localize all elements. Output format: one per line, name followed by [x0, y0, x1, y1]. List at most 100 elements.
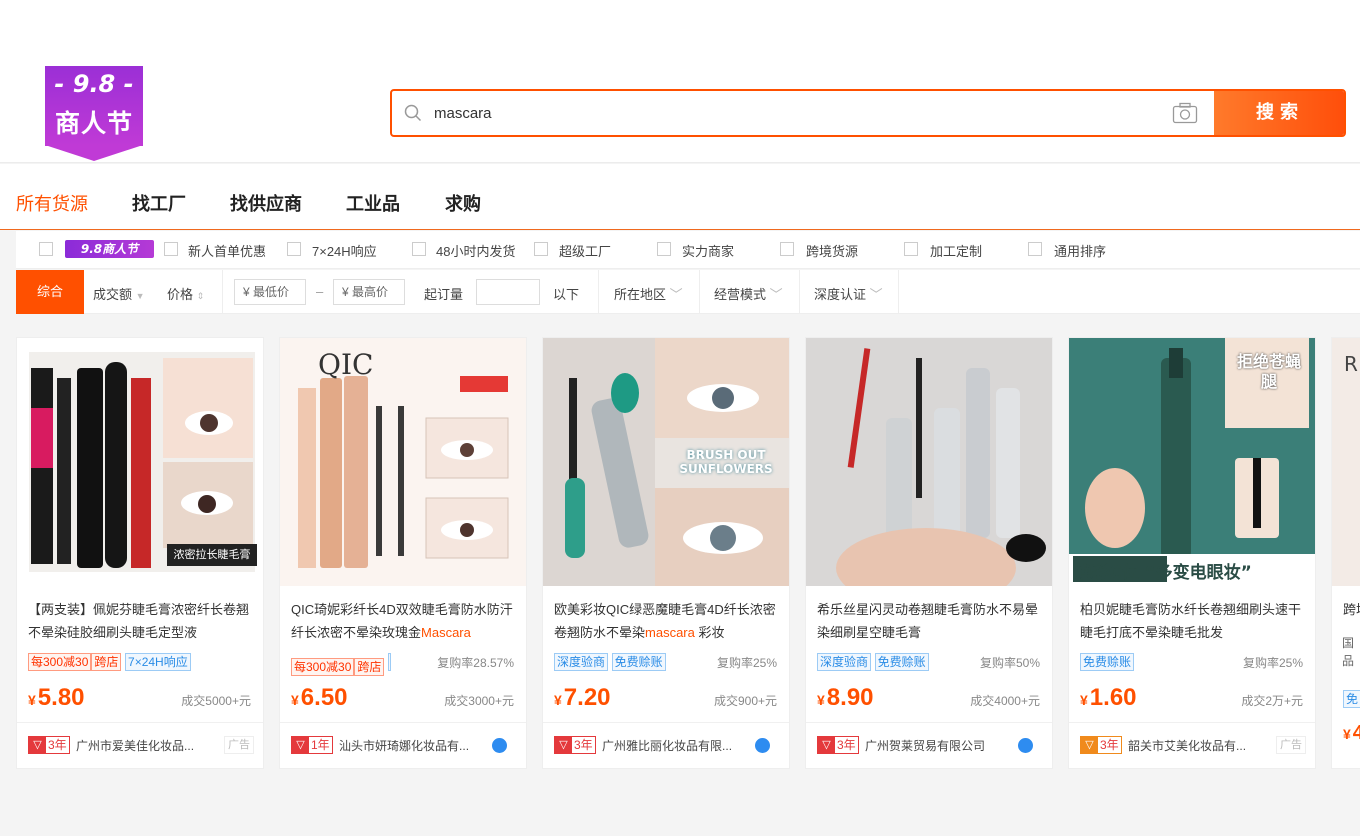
chat-icon[interactable]: [492, 738, 507, 753]
product-title[interactable]: 欧美彩妆QIC绿恶魔睫毛膏4D纤长浓密卷翘防水不晕染mascara 彩妆: [554, 598, 784, 644]
shop-row[interactable]: ▽ 3年 韶关市艾美化妆品有... 广告: [1080, 736, 1306, 756]
filter-label-superfactory[interactable]: 超级工厂: [559, 241, 611, 260]
business-mode-label: 经营模式: [714, 287, 767, 302]
tab-factory[interactable]: 找工厂: [132, 190, 186, 216]
filter-checkbox-newbuyer[interactable]: [164, 242, 178, 256]
filter-checkbox-sort[interactable]: [1028, 242, 1042, 256]
product-card[interactable]: 浓密拉长睫毛膏 【两支装】佩妮芬睫毛膏浓密纤长卷翘不晕染硅胶细刷头睫毛定型液 每…: [16, 337, 264, 769]
ad-label: 广告: [1276, 736, 1306, 754]
repurchase-rate: 复购率25%: [716, 656, 777, 670]
product-card[interactable]: QIC QIC琦妮彩纤长4D双效睫毛膏防水防汗纤长浓密不晕染玫瑰金Mascara…: [279, 337, 527, 769]
moq-label: 起订量: [424, 287, 464, 302]
chat-icon[interactable]: [755, 738, 770, 753]
divider: [806, 722, 1052, 723]
chevron-down-icon: ﹀: [869, 287, 883, 302]
product-tags: 每300减30 跨店 7×24H响应: [28, 653, 191, 671]
tab-purchase-request[interactable]: 求购: [445, 190, 481, 216]
product-image[interactable]: BRUSH OUT SUNFLOWERS: [543, 338, 789, 586]
shop-years: 1年: [311, 738, 330, 752]
product-title-highlight: mascara: [645, 625, 695, 640]
filter-label-strong[interactable]: 实力商家: [682, 241, 734, 260]
shop-row[interactable]: ▽ 3年 广州贺莱贸易有限公司: [817, 736, 1043, 756]
shop-row[interactable]: ▽ 3年 广州雅比丽化妆品有限...: [554, 736, 780, 756]
sort-comprehensive[interactable]: 综合: [16, 270, 84, 314]
festival-logo[interactable]: - 9.8 - 商人节: [45, 66, 143, 161]
shop-years-badge: ▽ 3年: [554, 736, 596, 754]
product-price: ¥5.80: [28, 684, 85, 712]
filter-checkbox-superfactory[interactable]: [534, 242, 548, 256]
product-title[interactable]: 【两支装】佩妮芬睫毛膏浓密纤长卷翘不晕染硅胶细刷头睫毛定型液: [28, 598, 258, 644]
search-input[interactable]: [434, 91, 1154, 135]
shop-name[interactable]: 韶关市艾美化妆品有...: [1128, 737, 1246, 754]
repurchase-rate: 复购率28.57%: [437, 656, 514, 670]
sort-volume[interactable]: 成交额 ▼: [93, 284, 145, 303]
image-caption: 浓密拉长睫毛膏: [173, 549, 251, 561]
business-mode-dropdown[interactable]: 经营模式 ﹀: [714, 284, 783, 303]
product-card[interactable]: BRUSH OUT SUNFLOWERS 欧美彩妆QIC绿恶魔睫毛膏4D纤长浓密…: [542, 337, 790, 769]
filter-checkbox-festival[interactable]: [39, 242, 53, 256]
filter-checkbox-strong[interactable]: [657, 242, 671, 256]
image-caption: R: [1344, 352, 1358, 376]
filter-checkbox-crossborder[interactable]: [780, 242, 794, 256]
region-dropdown[interactable]: 所在地区 ﹀: [614, 284, 683, 303]
product-image[interactable]: 浓密拉长睫毛膏: [17, 338, 263, 586]
shop-name[interactable]: 汕头市妍琦娜化妆品有...: [339, 737, 469, 754]
divider: [543, 722, 789, 723]
shop-name[interactable]: 广州雅比丽化妆品有限...: [602, 737, 732, 754]
shop-row[interactable]: ▽ 1年 汕头市妍琦娜化妆品有...: [291, 736, 517, 756]
filter-label-custom[interactable]: 加工定制: [930, 241, 982, 260]
product-title-text: 跨境: [1343, 602, 1360, 617]
sort-updown-icon: ⇕: [196, 291, 205, 301]
tab-industrial[interactable]: 工业品: [346, 190, 400, 216]
max-price-input[interactable]: ¥ 最高价: [333, 279, 405, 305]
product-title[interactable]: QIC琦妮彩纤长4D双效睫毛膏防水防汗纤长浓密不晕染玫瑰金Mascara: [291, 598, 521, 644]
price-value: 1.60: [1089, 684, 1137, 711]
filter-label-48h[interactable]: 48小时内发货: [436, 241, 515, 260]
side-note: 国 品: [1342, 636, 1355, 668]
credit-tag: 免费赊账: [1080, 653, 1135, 671]
product-title[interactable]: 希乐丝星闪灵动卷翘睫毛膏防水不易晕染细刷星空睫毛膏: [817, 598, 1047, 644]
filter-checkbox-custom[interactable]: [904, 242, 918, 256]
product-image[interactable]: R: [1332, 338, 1360, 586]
chat-icon[interactable]: [1018, 738, 1033, 753]
product-price: ¥4: [1343, 722, 1360, 745]
filter-checkbox-247[interactable]: [287, 242, 301, 256]
search-button[interactable]: 搜索: [1214, 91, 1344, 135]
shop-name[interactable]: 广州贺莱贸易有限公司: [865, 737, 985, 754]
image-caption: BRUSH OUT SUNFLOWERS: [679, 448, 773, 476]
region-label: 所在地区: [614, 287, 667, 302]
festival-badge[interactable]: 9.8商人节: [65, 240, 154, 258]
tab-all-sources[interactable]: 所有货源: [16, 190, 88, 216]
product-card[interactable]: R 跨境 国 品 免 ¥4: [1331, 337, 1360, 769]
product-image[interactable]: QIC: [280, 338, 526, 586]
filter-checkbox-48h[interactable]: [412, 242, 426, 256]
product-title[interactable]: 柏贝妮睫毛膏防水纤长卷翘细刷头速干睫毛打底不晕染睫毛批发: [1080, 598, 1310, 644]
tab-supplier[interactable]: 找供应商: [230, 190, 302, 216]
shop-years: 3年: [48, 738, 67, 752]
product-price: ¥1.60: [1080, 684, 1137, 712]
divider: [222, 270, 223, 314]
sort-price[interactable]: 价格 ⇕: [167, 284, 204, 303]
product-card[interactable]: 拒绝苍蝇腿 焕彩C位 “多变电眼妆” 柏贝妮睫毛膏防水纤长卷翘细刷头速干睫毛打底…: [1068, 337, 1316, 769]
currency-symbol: ¥: [1080, 692, 1088, 708]
filter-label-crossborder[interactable]: 跨境货源: [806, 241, 858, 260]
divider: [1069, 722, 1315, 723]
filter-label-newbuyer[interactable]: 新人首单优惠: [188, 241, 266, 260]
product-image[interactable]: 拒绝苍蝇腿 焕彩C位 “多变电眼妆”: [1069, 338, 1315, 586]
camera-icon[interactable]: [1172, 102, 1198, 124]
product-image[interactable]: [806, 338, 1052, 586]
product-price: ¥8.90: [817, 684, 874, 712]
ad-label: 广告: [224, 736, 254, 754]
credit-tag: 免费赊账: [874, 653, 929, 671]
shop-name[interactable]: 广州市爱美佳化妆品...: [76, 737, 194, 754]
filter-label-247[interactable]: 7×24H响应: [312, 241, 377, 260]
certification-dropdown[interactable]: 深度认证 ﹀: [814, 284, 883, 303]
filter-label-sort[interactable]: 通用排序: [1054, 241, 1106, 260]
shop-row[interactable]: ▽ 3年 广州市爱美佳化妆品... 广告: [28, 736, 254, 756]
product-tags: 每300减30 跨店: [291, 653, 392, 676]
sales-volume: 成交4000+元: [970, 694, 1040, 708]
min-price-input[interactable]: ¥ 最低价: [234, 279, 306, 305]
product-card[interactable]: 希乐丝星闪灵动卷翘睫毛膏防水不易晕染细刷星空睫毛膏 深度验商 免费赊账 复购率5…: [805, 337, 1053, 769]
moq-input[interactable]: [476, 279, 540, 305]
divider: [898, 270, 899, 314]
